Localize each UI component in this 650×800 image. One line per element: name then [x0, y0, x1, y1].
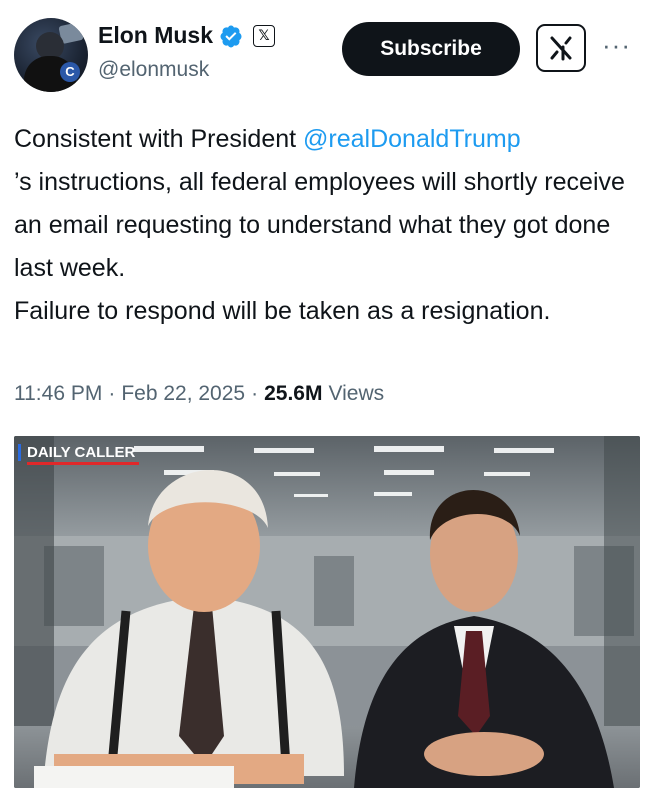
- name-row: Elon Musk 𝕏: [98, 22, 276, 49]
- subscribe-button[interactable]: Subscribe: [342, 22, 520, 76]
- tweet-media-image[interactable]: DAILY CALLER: [14, 436, 640, 788]
- tweet-text-part: ’s instructions, all federal employees w…: [14, 168, 625, 282]
- timestamp-date[interactable]: Feb 22, 2025: [121, 382, 245, 406]
- verified-badge-icon: [220, 25, 242, 47]
- mention-link[interactable]: @realDonaldTrump: [303, 125, 521, 153]
- office-photo: [14, 436, 640, 788]
- timestamp-time[interactable]: 11:46 PM: [14, 382, 102, 406]
- avatar[interactable]: C: [14, 18, 88, 92]
- grok-glyph: [550, 36, 572, 61]
- meta-separator: ·: [108, 382, 116, 405]
- grok-icon[interactable]: [536, 24, 586, 72]
- avatar-badge: C: [60, 62, 80, 82]
- tweet-header: C Elon Musk 𝕏 @elonmusk Subscribe ···: [14, 14, 636, 96]
- tweet-text-part: Failure to respond will be taken as a re…: [14, 297, 551, 325]
- tweet-meta: 11:46 PM · Feb 22, 2025 · 25.6M Views: [14, 382, 384, 406]
- views-count: 25.6M: [264, 382, 323, 405]
- views-label: Views: [328, 382, 385, 405]
- x-logo-icon: 𝕏: [253, 24, 276, 47]
- display-name[interactable]: Elon Musk: [98, 22, 213, 49]
- more-options-icon[interactable]: ···: [602, 30, 631, 61]
- tweet-text: Consistent with President @realDonaldTru…: [14, 118, 638, 333]
- watermark-underline: [27, 462, 140, 465]
- handle[interactable]: @elonmusk: [98, 58, 209, 82]
- watermark-text: DAILY CALLER: [27, 444, 136, 461]
- meta-separator: ·: [251, 382, 259, 405]
- tweet-text-part: Consistent with President: [14, 125, 304, 153]
- daily-caller-watermark: DAILY CALLER: [18, 444, 140, 465]
